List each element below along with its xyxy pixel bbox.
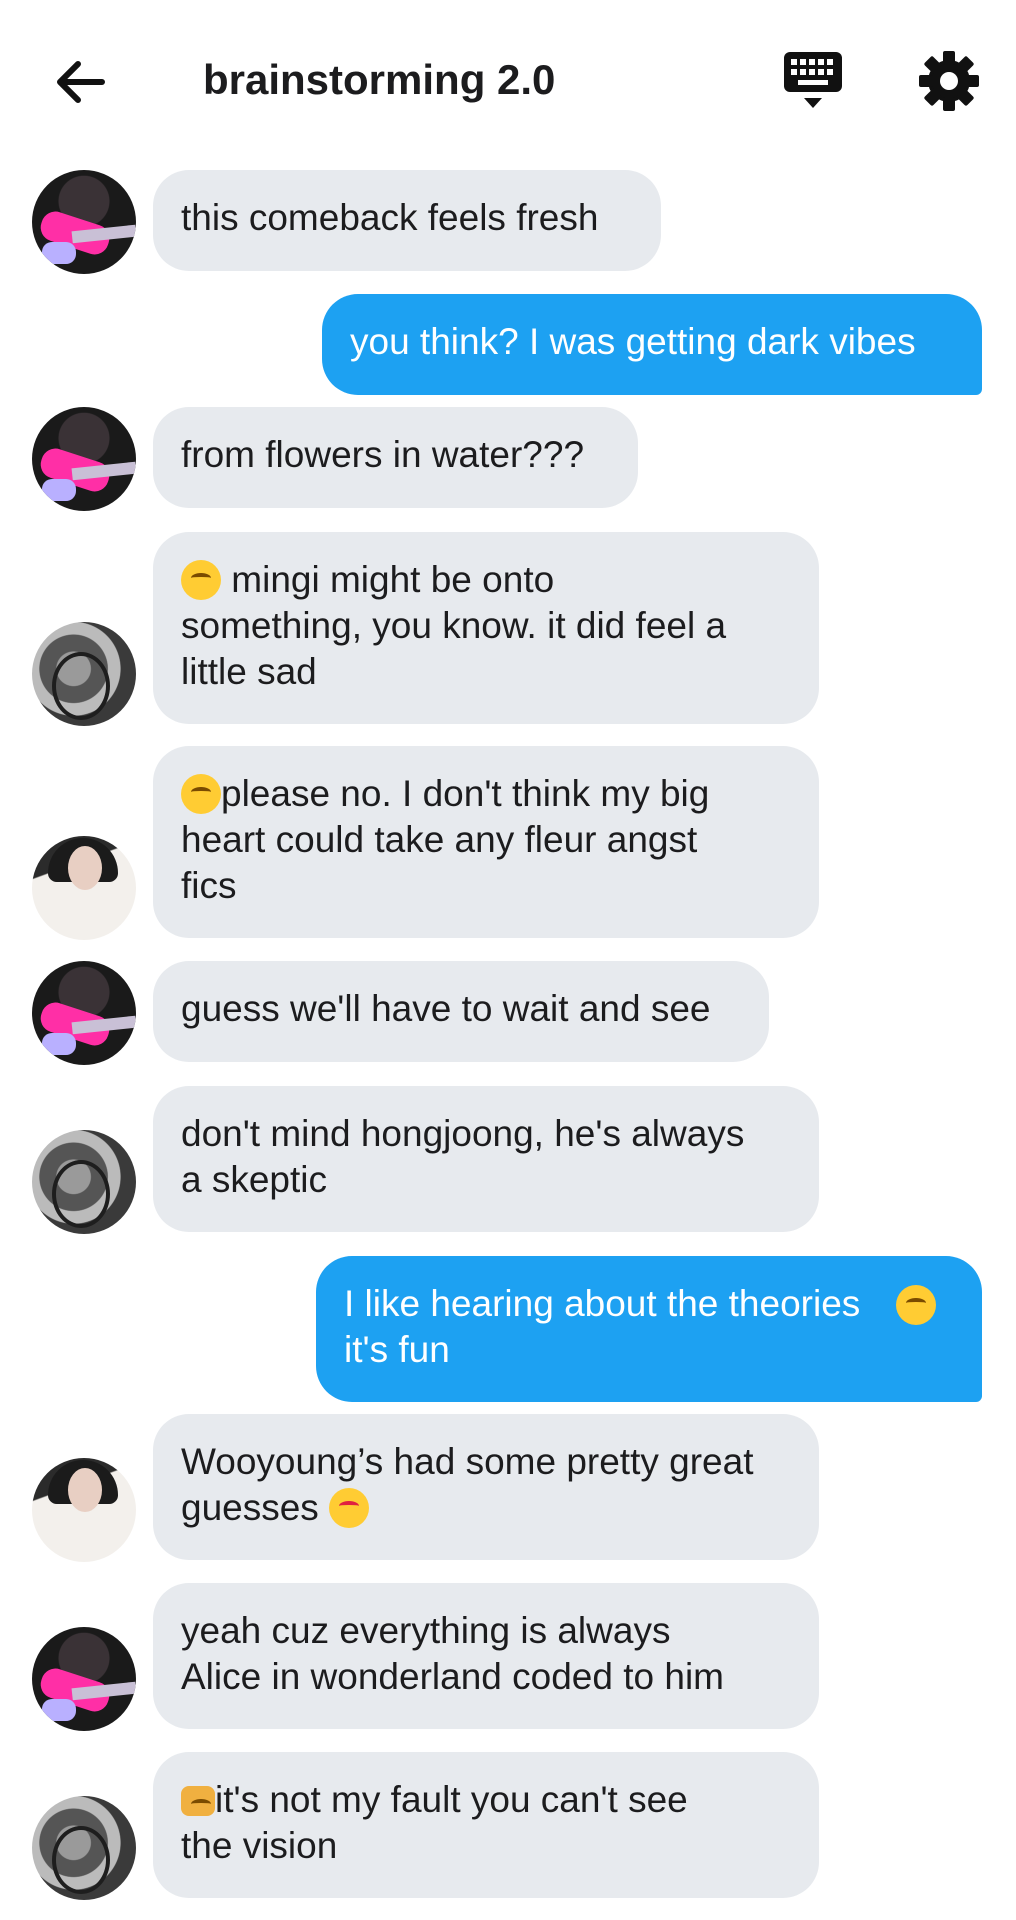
- avatar[interactable]: [32, 836, 136, 940]
- message-row: this comeback feels fresh: [0, 170, 1016, 274]
- message-row: mingi might be onto something, you know.…: [0, 532, 1016, 726]
- message-row: guess we'll have to wait and see: [0, 961, 1016, 1065]
- chat-title: brainstorming 2.0: [203, 56, 556, 103]
- message-text: Wooyoung’s had some pretty great guesses: [181, 1441, 754, 1528]
- message-text: yeah cuz everything is always Alice in w…: [181, 1610, 724, 1697]
- thinking-face-icon: [181, 560, 221, 600]
- message-text: guess we'll have to wait and see: [181, 988, 711, 1029]
- avatar[interactable]: [32, 170, 136, 274]
- message-bubble[interactable]: mingi might be onto something, you know.…: [153, 532, 819, 724]
- message-bubble[interactable]: guess we'll have to wait and see: [153, 961, 769, 1062]
- message-row: it's not my fault you can't see the visi…: [0, 1752, 1016, 1900]
- message-text: mingi might be onto something, you know.…: [181, 559, 727, 692]
- message-bubble[interactable]: it's not my fault you can't see the visi…: [153, 1752, 819, 1898]
- message-bubble[interactable]: I like hearing about the theories it's f…: [316, 1256, 982, 1402]
- message-bubble[interactable]: you think? I was getting dark vibes: [322, 294, 982, 395]
- fist-bump-icon: [181, 1786, 215, 1816]
- message-bubble[interactable]: yeah cuz everything is always Alice in w…: [153, 1583, 819, 1729]
- crying-face-icon: [181, 774, 221, 814]
- message-row: I like hearing about the theories it's f…: [0, 1256, 1016, 1402]
- message-text: don't mind hongjoong, he's always a skep…: [181, 1113, 745, 1200]
- monocle-face-icon: [896, 1285, 936, 1325]
- message-bubble[interactable]: Wooyoung’s had some pretty great guesses: [153, 1414, 819, 1560]
- chat-header: brainstorming 2.0: [0, 0, 1016, 160]
- avatar[interactable]: [32, 1130, 136, 1234]
- message-row: Wooyoung’s had some pretty great guesses: [0, 1414, 1016, 1562]
- message-row: don't mind hongjoong, he's always a skep…: [0, 1086, 1016, 1234]
- gear-icon: [919, 51, 979, 111]
- keyboard-icon: [784, 52, 842, 108]
- avatar[interactable]: [32, 961, 136, 1065]
- arrow-left-icon: [57, 61, 105, 103]
- message-bubble[interactable]: this comeback feels fresh: [153, 170, 661, 271]
- message-text: I like hearing about the theories it's f…: [344, 1283, 861, 1370]
- avatar[interactable]: [32, 1458, 136, 1562]
- message-bubble[interactable]: don't mind hongjoong, he's always a skep…: [153, 1086, 819, 1232]
- avatar[interactable]: [32, 622, 136, 726]
- back-button[interactable]: [50, 52, 110, 112]
- message-row: you think? I was getting dark vibes: [0, 294, 1016, 395]
- message-row: please no. I don't think my big heart co…: [0, 746, 1016, 940]
- settings-button[interactable]: [918, 50, 980, 112]
- keyboard-toggle-button[interactable]: [780, 50, 846, 112]
- message-row: yeah cuz everything is always Alice in w…: [0, 1583, 1016, 1731]
- message-text: it's not my fault you can't see the visi…: [181, 1779, 688, 1866]
- avatar[interactable]: [32, 1627, 136, 1731]
- message-text: from flowers in water???: [181, 434, 585, 475]
- message-row: from flowers in water???: [0, 407, 1016, 511]
- avatar[interactable]: [32, 407, 136, 511]
- message-text: please no. I don't think my big heart co…: [181, 773, 710, 906]
- star-struck-face-icon: [329, 1488, 370, 1528]
- message-bubble[interactable]: from flowers in water???: [153, 407, 638, 508]
- message-text: this comeback feels fresh: [181, 197, 599, 238]
- avatar[interactable]: [32, 1796, 136, 1900]
- message-bubble[interactable]: please no. I don't think my big heart co…: [153, 746, 819, 938]
- message-text: you think? I was getting dark vibes: [350, 321, 916, 362]
